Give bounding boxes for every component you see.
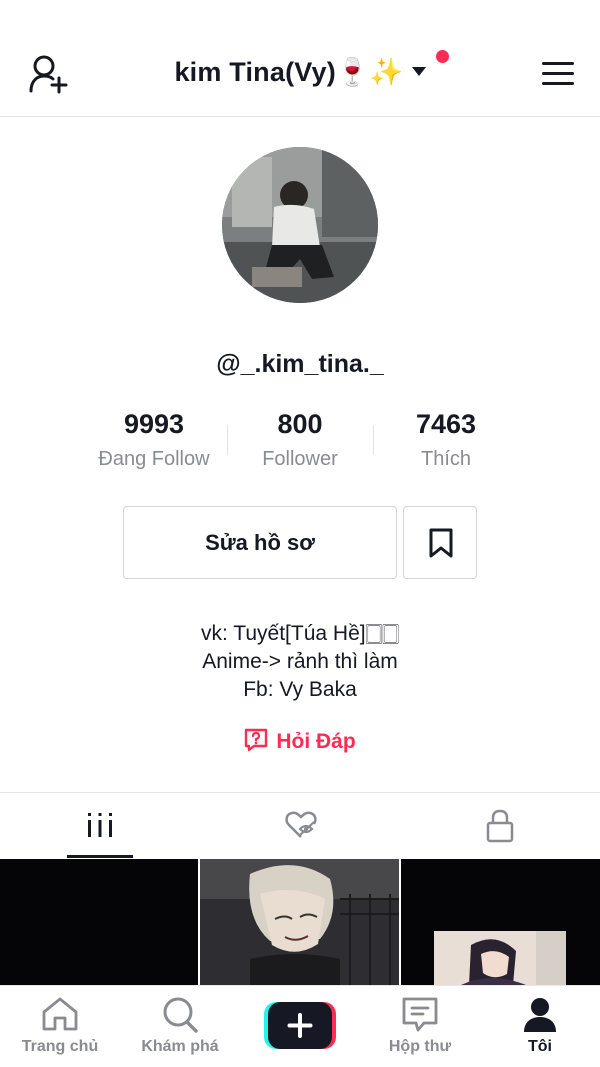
following-count: 9993	[123, 409, 185, 439]
followers-count: 800	[277, 409, 323, 439]
profile-header: kim Tina(Vy)🍷✨	[0, 0, 600, 117]
bottom-navigation: Trang chủ Khám phá Hộp thư Tôi	[0, 985, 600, 1067]
menu-button[interactable]	[541, 60, 575, 88]
favorites-button[interactable]	[403, 506, 477, 579]
avatar-photo	[222, 147, 378, 303]
nav-label: Khám phá	[141, 1038, 219, 1055]
bio: vk: Tuyết[Túa Hề]🀆🀆 Anime-> rảnh thì làm…	[0, 620, 600, 704]
profile-icon	[524, 998, 556, 1032]
liked-hidden-icon	[285, 811, 317, 838]
anime-thumbnail-image	[401, 859, 600, 985]
nav-discover[interactable]: Khám phá	[120, 986, 240, 1067]
lock-icon	[486, 809, 514, 843]
question-box-icon	[245, 729, 268, 752]
bookmark-icon	[429, 528, 453, 558]
video-thumbnail[interactable]	[0, 859, 198, 985]
qa-label: Hỏi Đáp	[276, 730, 356, 753]
create-plus-icon	[264, 1002, 336, 1049]
avatar[interactable]	[222, 147, 378, 303]
tab-videos[interactable]	[0, 793, 200, 859]
nav-inbox[interactable]: Hộp thư	[360, 986, 480, 1067]
following-label: Đang Follow	[98, 448, 210, 470]
nav-label: Trang chủ	[21, 1038, 99, 1055]
edit-profile-button[interactable]: Sửa hồ sơ	[123, 506, 397, 579]
account-name: kim Tina(Vy)🍷✨	[174, 57, 404, 87]
home-icon	[42, 997, 78, 1031]
tab-liked[interactable]	[200, 793, 400, 859]
following-stat[interactable]: 9993 Đang Follow	[69, 408, 239, 471]
nav-label: Hộp thư	[388, 1038, 452, 1055]
followers-label: Follower	[262, 448, 338, 470]
create-button[interactable]	[264, 1002, 336, 1049]
hamburger-menu-icon	[542, 62, 574, 85]
nav-label: Tôi	[528, 1038, 552, 1055]
likes-stat: 7463 Thích	[361, 408, 531, 471]
bio-line: Anime-> rảnh thì làm	[202, 650, 398, 673]
caret-down-icon	[411, 67, 426, 77]
video-thumbnail[interactable]	[200, 859, 399, 985]
account-switcher[interactable]: kim Tina(Vy)🍷✨	[0, 56, 600, 88]
content-tabs	[0, 792, 600, 858]
likes-label: Thích	[420, 448, 472, 470]
video-grid	[0, 859, 600, 985]
bio-line: Fb: Vy Baka	[243, 678, 357, 701]
anime-thumbnail-image	[200, 859, 399, 985]
inbox-icon	[402, 997, 438, 1032]
tab-private[interactable]	[400, 793, 600, 859]
nav-home[interactable]: Trang chủ	[0, 986, 120, 1067]
search-icon	[163, 997, 198, 1033]
likes-count: 7463	[415, 409, 477, 439]
username: @_.kim_tina._	[216, 350, 384, 378]
followers-stat[interactable]: 800 Follower	[215, 408, 385, 471]
videos-grid-icon	[88, 813, 112, 837]
video-thumbnail[interactable]	[401, 859, 600, 985]
bio-line: vk: Tuyết[Túa Hề]🀆🀆	[201, 622, 399, 645]
qa-link[interactable]: Hỏi Đáp	[0, 729, 600, 754]
active-tab-indicator	[67, 855, 133, 858]
notification-dot	[436, 50, 449, 63]
nav-profile[interactable]: Tôi	[480, 986, 600, 1067]
